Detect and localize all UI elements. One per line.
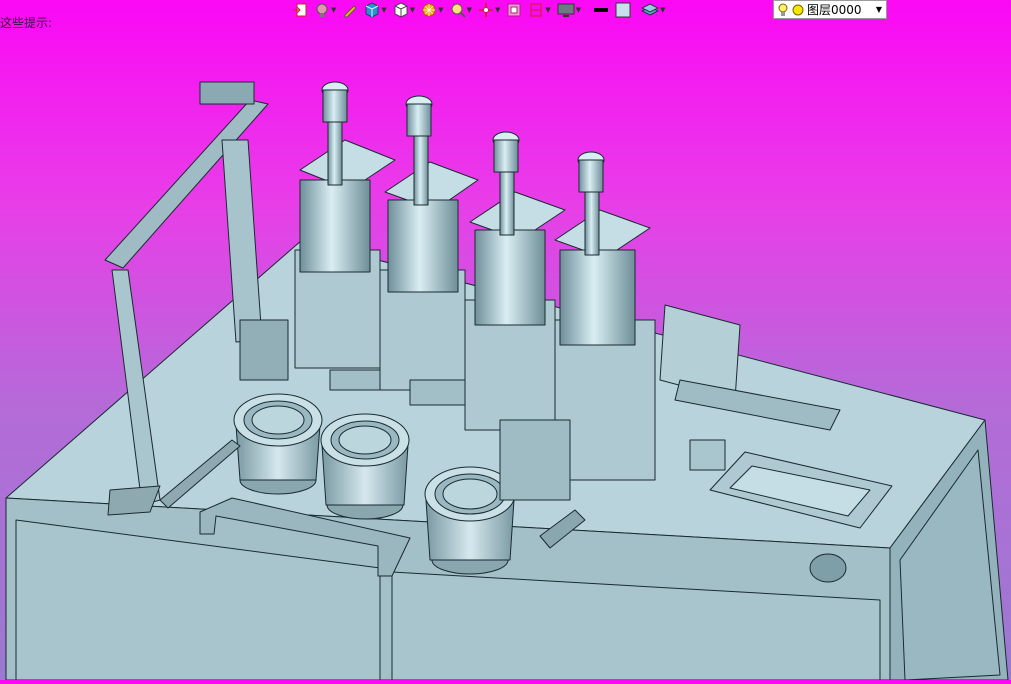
line-color-icon (594, 8, 609, 12)
render-style-button[interactable]: ▼ (312, 1, 338, 19)
layer-properties-button[interactable]: ▼ (639, 1, 667, 19)
zoom-icon (451, 3, 466, 18)
layer-stack-icon (641, 3, 660, 16)
wire-cube-icon (394, 2, 408, 18)
press-3 (464, 131, 566, 431)
pan-icon (478, 3, 493, 17)
sketch-button[interactable] (340, 1, 360, 19)
section-icon (530, 3, 542, 17)
wireframe-view-button[interactable]: ▼ (391, 1, 417, 19)
press-2 (379, 95, 479, 391)
color-wheel-icon (422, 3, 436, 17)
chevron-down-icon: ▼ (466, 6, 472, 14)
render-style-icon (316, 3, 328, 17)
new-view-icon (293, 3, 307, 17)
bowl-2 (320, 413, 410, 520)
section-view-button[interactable]: ▼ (526, 1, 552, 19)
chevron-down-icon: ▼ (331, 6, 337, 14)
frame-icon (507, 3, 521, 17)
bowl-1 (233, 393, 323, 495)
lightbulb-icon (778, 3, 788, 16)
line-color-button[interactable] (591, 1, 611, 19)
pen-icon (344, 5, 358, 18)
chevron-down-icon: ▼ (660, 6, 666, 14)
chevron-down-icon: ▼ (438, 6, 444, 14)
frame-button[interactable] (504, 1, 524, 19)
monitor-icon (557, 3, 575, 17)
chevron-down-icon: ▼ (575, 6, 582, 14)
new-view-button[interactable] (290, 1, 310, 19)
display-button[interactable]: ▼ (555, 1, 583, 19)
chevron-down-icon[interactable]: ▼ (872, 5, 886, 14)
chevron-down-icon: ▼ (409, 6, 416, 14)
fill-color-icon (615, 2, 631, 18)
shaded-cube-icon (365, 2, 379, 18)
layer-name: 图层0000 (807, 3, 862, 17)
pan-button[interactable]: ▼ (476, 1, 502, 19)
layer-on-icon (792, 4, 804, 15)
shaded-view-button[interactable]: ▼ (362, 1, 388, 19)
layer-select[interactable]: 图层0000 ▼ (773, 0, 887, 19)
view-toolbar: ▼ ▼ ▼ ▼ ▼ ▼ ▼ ▼ ▼ (290, 0, 668, 20)
appearance-button[interactable]: ▼ (419, 1, 445, 19)
model-viewport[interactable] (0, 22, 1011, 681)
fill-color-button[interactable] (613, 1, 633, 19)
chevron-down-icon: ▼ (494, 6, 501, 14)
chevron-down-icon: ▼ (545, 6, 551, 14)
machine-model (5, 81, 1009, 681)
chevron-down-icon: ▼ (381, 6, 387, 14)
zoom-button[interactable]: ▼ (448, 1, 474, 19)
